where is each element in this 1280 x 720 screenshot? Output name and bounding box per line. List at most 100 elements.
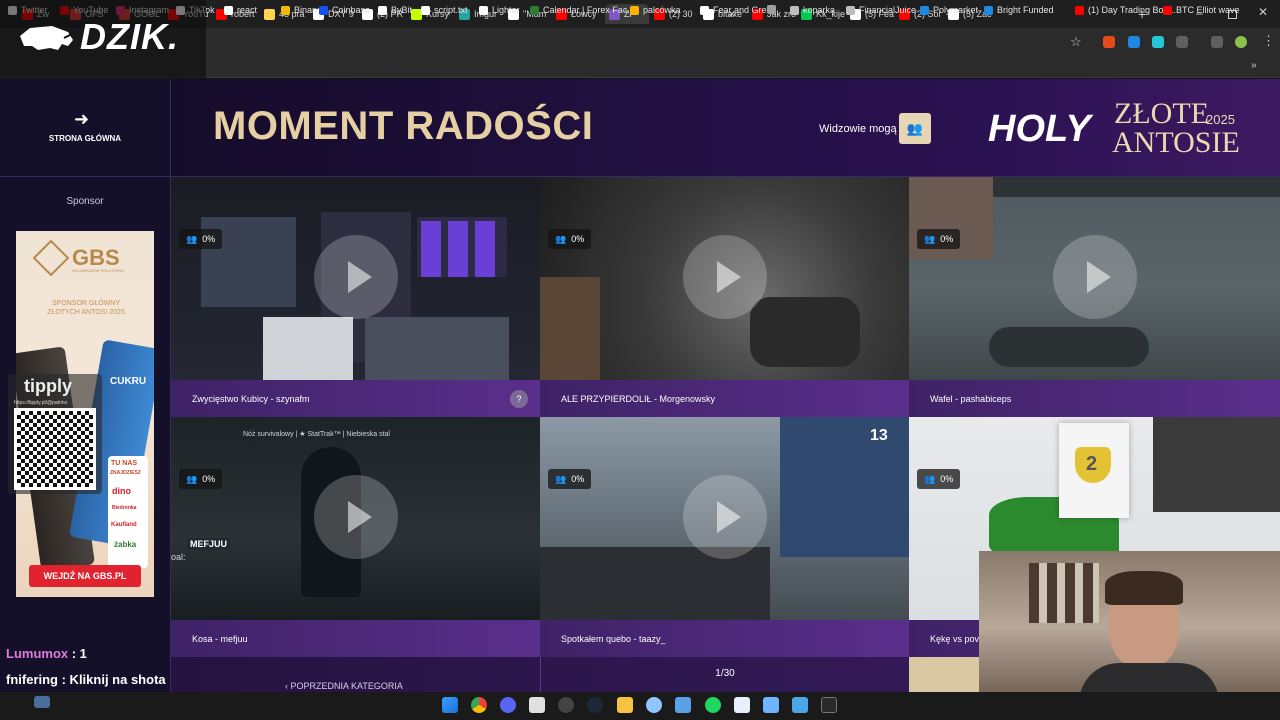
dzik-logo-text: DZIK.	[80, 16, 179, 57]
spotify-icon[interactable]	[705, 697, 721, 713]
clip-caption: Spotkałem quebo - taazy_	[540, 620, 909, 657]
users-icon: 👥	[186, 473, 198, 484]
bookmark-star-icon[interactable]: ☆	[1070, 34, 1082, 50]
percent-badge: 👥 0%	[179, 469, 223, 489]
users-icon: 👥	[555, 233, 567, 244]
help-label: ?	[516, 394, 522, 404]
play-button[interactable]	[682, 235, 767, 319]
bookmark-item[interactable]: palcówka	[630, 5, 681, 15]
clip-tile-1[interactable]: 👥 0% Zwycięstwo Kubicy - szynafm ?	[171, 177, 540, 417]
bookmark-item[interactable]: ByBit	[378, 5, 412, 15]
avatar[interactable]	[1235, 36, 1247, 48]
thumb-panel	[540, 547, 770, 620]
bookmark-item[interactable]: FinancialJuice	[846, 5, 916, 15]
terminal-icon[interactable]	[821, 697, 837, 713]
puzzle-icon[interactable]	[1176, 36, 1188, 48]
sponsor-label: Sponsor	[66, 196, 104, 207]
app-icon[interactable]	[675, 697, 691, 713]
chat-username: fnifering	[6, 672, 58, 687]
bookmark-item[interactable]: Polymarket	[920, 5, 978, 15]
bookmark-favicon-icon	[378, 5, 387, 15]
clip-caption: Kosa - mefjuu	[171, 620, 540, 657]
pagination: 1/30	[715, 668, 735, 679]
bookmark-item[interactable]: (1) Day Trading Boo...	[1075, 5, 1176, 15]
brand-antosie: ANTOSIE	[1112, 126, 1240, 159]
discord-icon[interactable]	[500, 697, 516, 713]
thumb-panel	[750, 297, 860, 367]
photos-icon[interactable]	[792, 697, 808, 713]
users-icon: 👥	[555, 473, 567, 484]
percent-value: 0%	[940, 474, 954, 484]
menu-icon[interactable]: ⋮	[1262, 33, 1275, 49]
clip-caption: Zwycięstwo Kubicy - szynafm	[171, 380, 540, 417]
clip-tile-2[interactable]: 👥 0% ALE PRZYPIERDOLIŁ - Morgenowsky	[540, 177, 909, 417]
thumb-panel	[540, 277, 600, 380]
media-icon[interactable]	[1211, 36, 1223, 48]
clip-title: Zwycięstwo Kubicy - szynafm	[192, 393, 310, 404]
play-button[interactable]	[682, 475, 767, 559]
ad-headline: SPONSOR GŁÓWNY ZŁOTYCH ANTOSI 2025	[47, 300, 125, 317]
store-dino: dino	[112, 486, 131, 496]
clip-caption: Wafel - pashabiceps	[909, 380, 1280, 417]
back-arrow-icon: ➜	[74, 109, 90, 129]
viewers-button[interactable]: 👥	[899, 113, 931, 144]
bookmark-item[interactable]: Lighter	[479, 5, 520, 15]
bookmark-item[interactable]	[767, 5, 780, 14]
clip-tile-5[interactable]: 13 👥 0% Spotkałem quebo - taazy_	[540, 417, 909, 657]
boar-icon	[18, 22, 74, 52]
play-button[interactable]	[313, 235, 398, 319]
extension-icon[interactable]	[1128, 36, 1140, 48]
bookmark-item[interactable]: react	[224, 5, 257, 15]
clip-tile-3[interactable]: 👥 0% Wafel - pashabiceps	[909, 177, 1280, 417]
folder-icon[interactable]	[617, 697, 633, 713]
clip-tile-4[interactable]: Nóż survivalowy | ★ StatTrak™ | Niebiesk…	[171, 417, 540, 657]
app-icon[interactable]	[646, 697, 662, 713]
clip-title: Wafel - pashabiceps	[930, 393, 1012, 404]
notepad-icon[interactable]	[763, 697, 779, 713]
ad-cta-label: WEJDŹ NA GBS.PL	[43, 571, 127, 581]
play-button[interactable]	[313, 475, 398, 559]
home-label: STRONA GŁÓWNA	[48, 134, 122, 143]
close-window-icon[interactable]: ✕	[1258, 5, 1268, 19]
start-icon[interactable]	[442, 697, 458, 713]
play-button[interactable]	[1052, 235, 1137, 319]
prev-category-button[interactable]: ‹ POPRZEDNIA KATEGORIA	[285, 681, 403, 691]
bookmark-item[interactable]: Fear and Greed	[700, 5, 777, 15]
bookmark-favicon-icon	[700, 5, 709, 15]
home-button[interactable]: ➜ STRONA GŁÓWNA	[0, 79, 170, 177]
tipply-label: tipply	[24, 376, 72, 396]
thumb-panel	[780, 417, 909, 557]
chrome-icon[interactable]	[471, 697, 487, 713]
bookmark-item[interactable]: Bright Funded	[984, 5, 1054, 15]
bookmark-favicon-icon	[920, 5, 929, 15]
help-button[interactable]: ?	[510, 390, 528, 408]
streamer-tag: MEFJUU	[187, 538, 231, 550]
bookmark-favicon-icon	[846, 5, 855, 15]
more-bookmarks-icon[interactable]: »	[1251, 60, 1257, 71]
taskbar	[0, 692, 1280, 720]
app-icon[interactable]	[558, 697, 574, 713]
bookmark-item[interactable]: BTC Elliot wave	[1163, 5, 1240, 15]
bookmark-favicon-icon	[224, 5, 233, 15]
clip-caption: ALE PRZYPIERDOLIŁ - Morgenowsky	[540, 380, 909, 417]
bookmark-item[interactable]: koparka	[790, 5, 835, 15]
streamer-hair	[1105, 571, 1183, 605]
users-icon: 👥	[924, 233, 936, 244]
bookmark-label: Coinbase	[332, 5, 371, 15]
percent-badge: 👥 0%	[548, 469, 592, 489]
bookmark-item[interactable]: Calendar | Forex Fac...	[530, 5, 635, 15]
app-icon[interactable]	[734, 697, 750, 713]
chat-message: Lumumox : 1	[6, 646, 87, 661]
store-kaufland: Kaufland	[111, 522, 137, 528]
rank-number: 2	[1086, 453, 1098, 475]
extension-icon[interactable]	[1152, 36, 1164, 48]
extension-icon[interactable]	[1103, 36, 1115, 48]
tab-favicon-icon	[264, 8, 275, 20]
steam-icon[interactable]	[587, 697, 603, 713]
bookmark-label: react	[237, 5, 258, 15]
ad-cta-button[interactable]: WEJDŹ NA GBS.PL	[29, 565, 141, 587]
bookmark-item[interactable]: script.txt	[421, 5, 468, 15]
bookmark-item[interactable]: Coinbase	[319, 5, 370, 15]
app-icon[interactable]	[529, 697, 545, 713]
bookmark-label: Calendar | Forex Fac...	[543, 5, 635, 15]
